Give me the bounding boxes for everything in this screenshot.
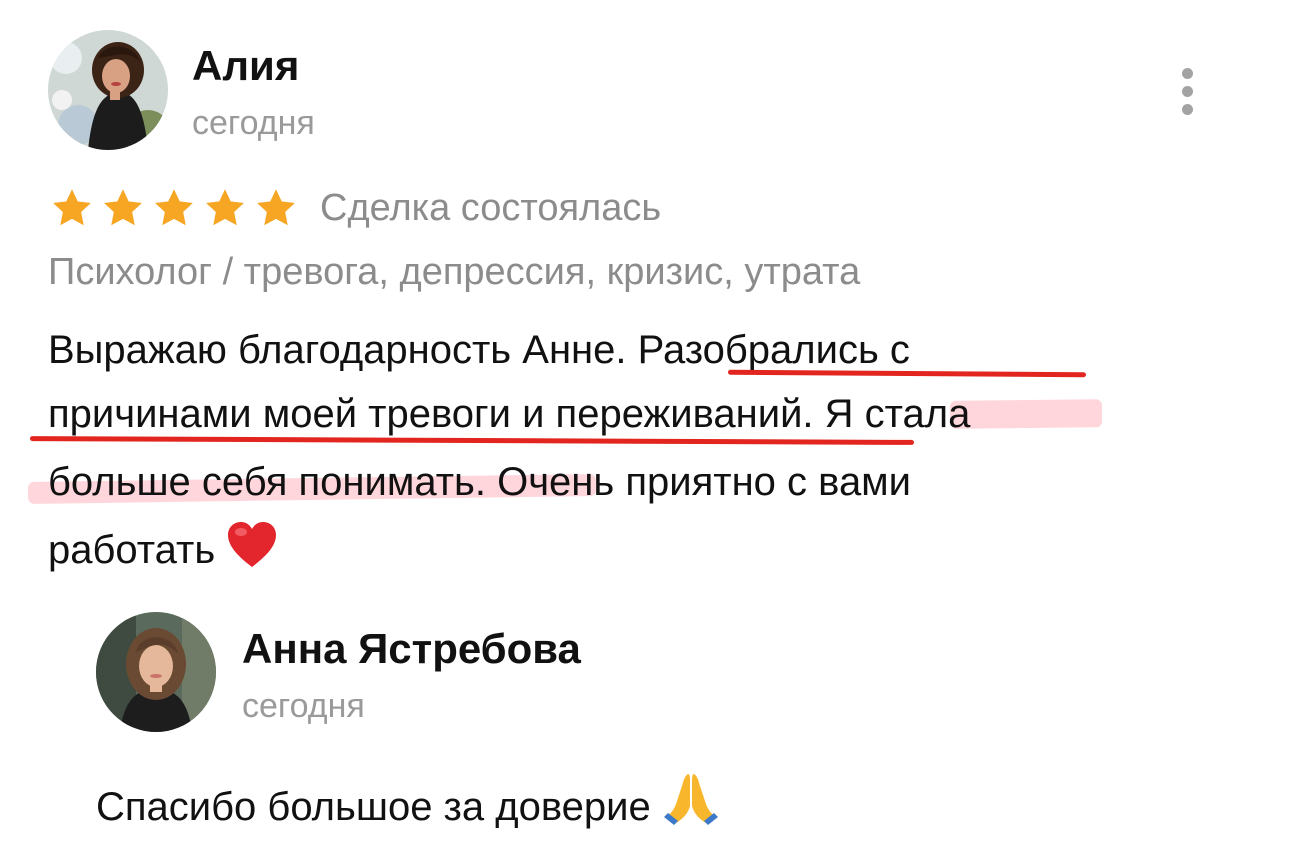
star-rating — [50, 186, 298, 230]
reviewer-avatar[interactable] — [48, 30, 168, 150]
review-category: Психолог / тревога, депрессия, кризис, у… — [48, 251, 861, 293]
star-icon — [104, 189, 142, 226]
rating-row: Сделка состоялась — [50, 184, 661, 232]
star-icon — [257, 189, 295, 226]
reviewer-name[interactable]: Алия — [192, 42, 299, 90]
seller-name[interactable]: Анна Ястребова — [242, 625, 581, 673]
reviewer-avatar-image — [48, 30, 168, 150]
seller-avatar-image — [96, 612, 216, 732]
heart-icon — [226, 521, 278, 581]
underline-stroke — [727, 369, 1087, 378]
review-text-segment: Выражаю благодарность Анне. — [48, 328, 638, 372]
review-text-segment-underlined: Разобрались с — [637, 328, 910, 372]
reply-text-content: Спасибо большое за доверие — [96, 785, 662, 829]
review-text-segment: . Я стала — [802, 392, 971, 436]
seller-avatar[interactable] — [96, 612, 216, 732]
review-date: сегодня — [192, 104, 315, 142]
deal-status: Сделка состоялась — [320, 186, 662, 229]
review-text-segment: . Очень приятно с вами — [474, 460, 912, 504]
review-text-segment: работать — [48, 528, 227, 572]
review-text-line: работать — [48, 521, 278, 581]
review-text-line: больше себя понимать. Очень приятно с ва… — [48, 457, 911, 507]
review-text-line: причинами моей тревоги и переживаний. Я … — [48, 389, 970, 439]
folded-hands-icon — [662, 770, 720, 839]
review-text-line: Выражаю благодарность Анне. Разобрались … — [48, 325, 910, 375]
review-card: Алия сегодня Сделка состоялась Психолог … — [0, 0, 1290, 860]
more-options-button[interactable] — [1170, 66, 1206, 116]
reply-text: Спасибо большое за доверие — [96, 770, 720, 839]
star-icon — [155, 189, 193, 226]
review-text-segment-underlined: причинами моей тревоги и переживаний — [48, 392, 803, 436]
review-text-segment-highlighted: больше себя понимать — [48, 460, 475, 504]
star-icon — [206, 189, 244, 226]
star-icon — [53, 189, 91, 226]
reply-date: сегодня — [242, 687, 365, 725]
highlight-stroke — [949, 399, 1103, 429]
